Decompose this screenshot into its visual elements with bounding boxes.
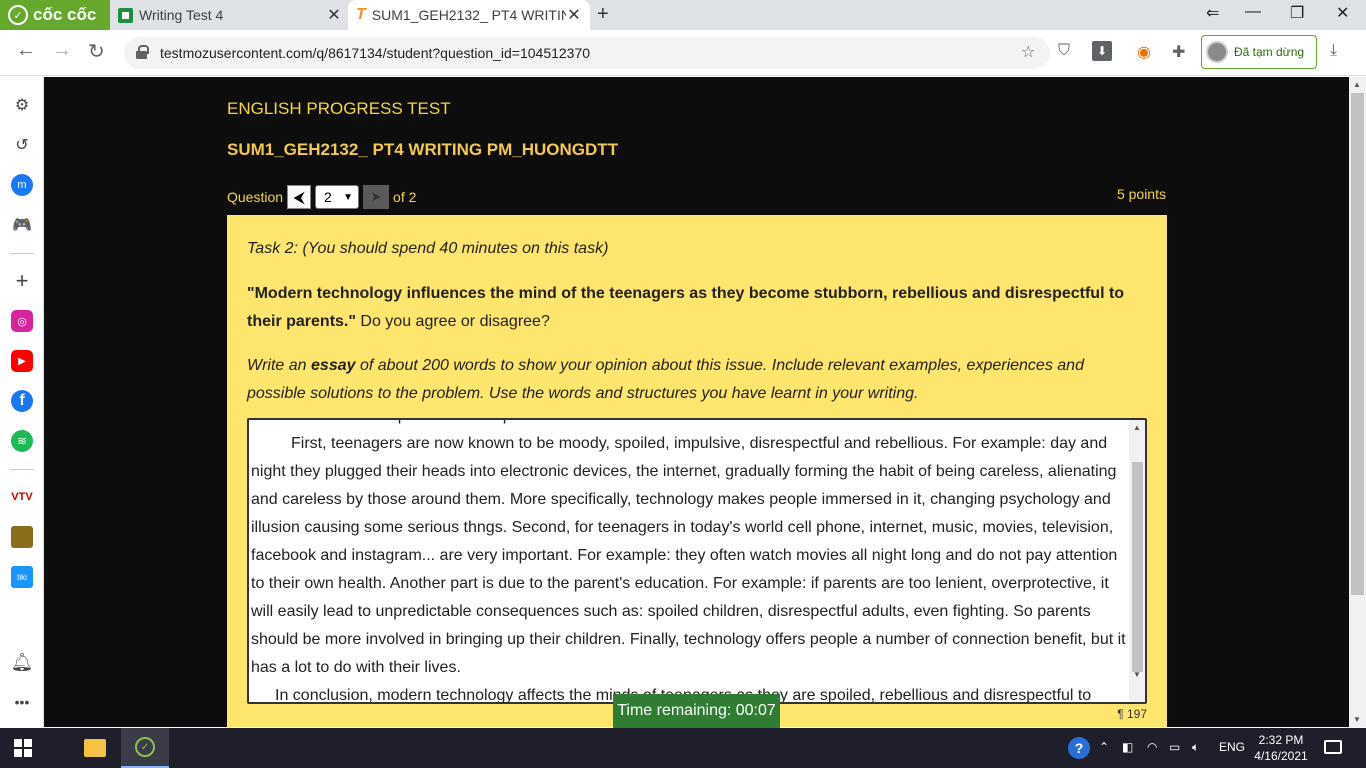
extension-icon[interactable]: ◉ (1137, 42, 1151, 62)
tab-strip: ✓ cốc cốc Writing Test 4 ✕ T SUM1_GEH213… (0, 0, 1366, 30)
maximize-button[interactable]: ❐ (1290, 3, 1304, 23)
brand-name: cốc cốc (33, 5, 97, 24)
download-extension-icon[interactable]: ⬇ (1092, 41, 1112, 61)
more-icon[interactable]: ••• (11, 691, 33, 713)
instructions: Write an essay of about 200 words to sho… (247, 352, 1147, 408)
scrollbar-thumb[interactable] (1351, 93, 1364, 595)
forward-button[interactable]: → (52, 39, 72, 62)
star-icon[interactable]: ☆ (1021, 42, 1035, 62)
sidebar-divider (10, 253, 34, 254)
tab-title: SUM1_GEH2132_ PT4 WRITIN (371, 7, 566, 23)
game-thumbnail-icon[interactable] (11, 526, 33, 548)
prompt-question: Do you agree or disagree? (355, 313, 550, 330)
battery-icon[interactable]: ▭ (1169, 740, 1180, 754)
instagram-icon[interactable]: ◎ (11, 310, 33, 332)
clock-date: 4/16/2021 (1254, 749, 1308, 763)
add-icon[interactable]: + (11, 268, 33, 293)
next-question-button[interactable]: ➤ (363, 185, 390, 209)
test-title: SUM1_GEH2132_ PT4 WRITING PM_HUONGDTT (227, 140, 619, 159)
testmoz-t-icon: T (356, 6, 366, 23)
chevron-down-icon: ▼ (343, 191, 354, 203)
tab-testmoz[interactable]: T SUM1_GEH2132_ PT4 WRITIN ✕ (348, 0, 590, 30)
spotify-icon[interactable]: ≋ (11, 430, 33, 452)
back-button[interactable]: ← (16, 39, 36, 62)
history-icon[interactable]: ↺ (11, 134, 33, 156)
tab-title: Writing Test 4 (139, 7, 224, 23)
coccoc-taskbar-button[interactable]: ✓ (121, 728, 169, 768)
shield-icon[interactable]: ⛉ (1058, 42, 1070, 60)
question-label: Question (227, 189, 284, 205)
points-label: 5 points (1116, 186, 1166, 202)
profile-status: Đã tạm dừng (1234, 45, 1305, 59)
coccoc-icon: ✓ (135, 737, 155, 757)
vtv-go-icon[interactable]: VTV (11, 486, 33, 508)
volume-icon[interactable]: 🔈︎ (1192, 740, 1199, 755)
facebook-icon[interactable]: f (11, 390, 33, 412)
lock-icon (136, 45, 149, 59)
textarea-scroll-thumb[interactable] (1132, 462, 1143, 672)
bell-icon[interactable]: 🔔︎ (11, 651, 34, 673)
coccoc-menu-button[interactable]: ✓ cốc cốc (0, 0, 110, 30)
sheet-icon (118, 7, 133, 23)
sidebar-divider (10, 469, 34, 470)
gear-icon[interactable]: ⚙ (11, 94, 33, 116)
question-nav: Question ⮜ 2 ▼ ➤ of 2 (227, 184, 416, 210)
time-remaining-banner: Time remaining: 00:07 (613, 694, 780, 728)
file-explorer-icon[interactable] (84, 739, 106, 757)
scroll-down-icon[interactable]: ▼ (1353, 715, 1361, 724)
close-tab-icon[interactable]: ✕ (326, 5, 342, 25)
question-prompt: "Modern technology influences the mind o… (247, 280, 1147, 336)
reload-button[interactable]: ↻ (88, 39, 105, 64)
question-card: Task 2: (You should spend 40 minutes on … (227, 215, 1167, 727)
scroll-up-icon[interactable]: ▲ (1133, 423, 1141, 432)
help-icon[interactable]: ? (1068, 737, 1090, 759)
messenger-icon[interactable]: m (11, 174, 33, 196)
wifi-icon[interactable]: ◠ (1147, 740, 1157, 754)
scroll-up-icon[interactable]: ▲ (1353, 80, 1361, 89)
coccoc-logo-icon: ✓ (8, 5, 28, 25)
tiki-icon[interactable]: tiki (11, 566, 33, 588)
youtube-icon[interactable]: ▶ (11, 350, 33, 372)
new-tab-button[interactable]: + (597, 3, 609, 26)
puzzle-icon[interactable]: ✚ (1172, 42, 1185, 62)
instr-a: Write an (247, 357, 312, 374)
prev-question-button[interactable]: ⮜ (287, 185, 312, 209)
language-indicator[interactable]: ENG (1219, 740, 1245, 754)
org-title: ENGLISH PROGRESS TEST (227, 99, 451, 118)
address-bar[interactable]: testmozusercontent.com/q/8617134/student… (124, 37, 1050, 69)
url-text: testmozusercontent.com/q/8617134/student… (160, 45, 591, 61)
notification-center-icon[interactable] (1324, 740, 1342, 754)
word-count: ¶ 197 (1117, 707, 1147, 721)
close-window-button[interactable]: ✕ (1336, 3, 1349, 23)
textarea-scrollbar[interactable]: ▲ ▼ (1129, 420, 1145, 702)
instr-essay: essay (311, 357, 356, 374)
answer-paragraph-body: First, teenagers are now known to be moo… (251, 435, 1126, 676)
network-icon[interactable]: ◧ (1122, 740, 1133, 754)
windows-taskbar: ✓ ? ⌃ ◧ ◠ ▭ 🔈︎ ENG 2:32 PM 4/16/2021 (0, 728, 1366, 768)
question-select-value: 2 (324, 189, 332, 205)
browser-sidebar: ⚙ ↺ m 🎮 + ◎ ▶ f ≋ VTV tiki 🔔︎ ••• (0, 77, 44, 727)
browser-toolbar: ← → ↻ testmozusercontent.com/q/8617134/s… (0, 30, 1366, 76)
clock[interactable]: 2:32 PM 4/16/2021 (1247, 732, 1315, 764)
tab-writing-test-4[interactable]: Writing Test 4 ✕ (110, 0, 350, 30)
tab-search-icon[interactable]: ⇐ (1206, 3, 1219, 23)
question-select[interactable]: 2 ▼ (315, 185, 360, 209)
page-scrollbar[interactable]: ▲ ▼ (1349, 77, 1366, 727)
answer-textarea[interactable]: rebellious and disrespectful to their pa… (247, 418, 1147, 704)
clock-time: 2:32 PM (1258, 733, 1304, 747)
answer-line-top: rebellious and disrespectful to their pa… (251, 420, 1129, 430)
instr-c: of about 200 words to show your opinion … (247, 357, 1084, 402)
minimize-button[interactable]: — (1245, 3, 1261, 21)
downloads-icon[interactable]: ⤓ (1330, 42, 1337, 60)
question-of: of 2 (393, 189, 417, 205)
gamepad-icon[interactable]: 🎮 (11, 214, 33, 236)
close-tab-icon[interactable]: ✕ (566, 5, 582, 25)
answer-text[interactable]: rebellious and disrespectful to their pa… (249, 420, 1129, 702)
chevron-up-icon[interactable]: ⌃ (1099, 740, 1109, 754)
profile-button[interactable]: Đã tạm dừng (1201, 35, 1317, 69)
windows-start-icon[interactable] (14, 739, 32, 757)
avatar (1206, 41, 1228, 63)
task-line: Task 2: (You should spend 40 minutes on … (247, 240, 609, 257)
scroll-down-icon[interactable]: ▼ (1133, 670, 1141, 679)
